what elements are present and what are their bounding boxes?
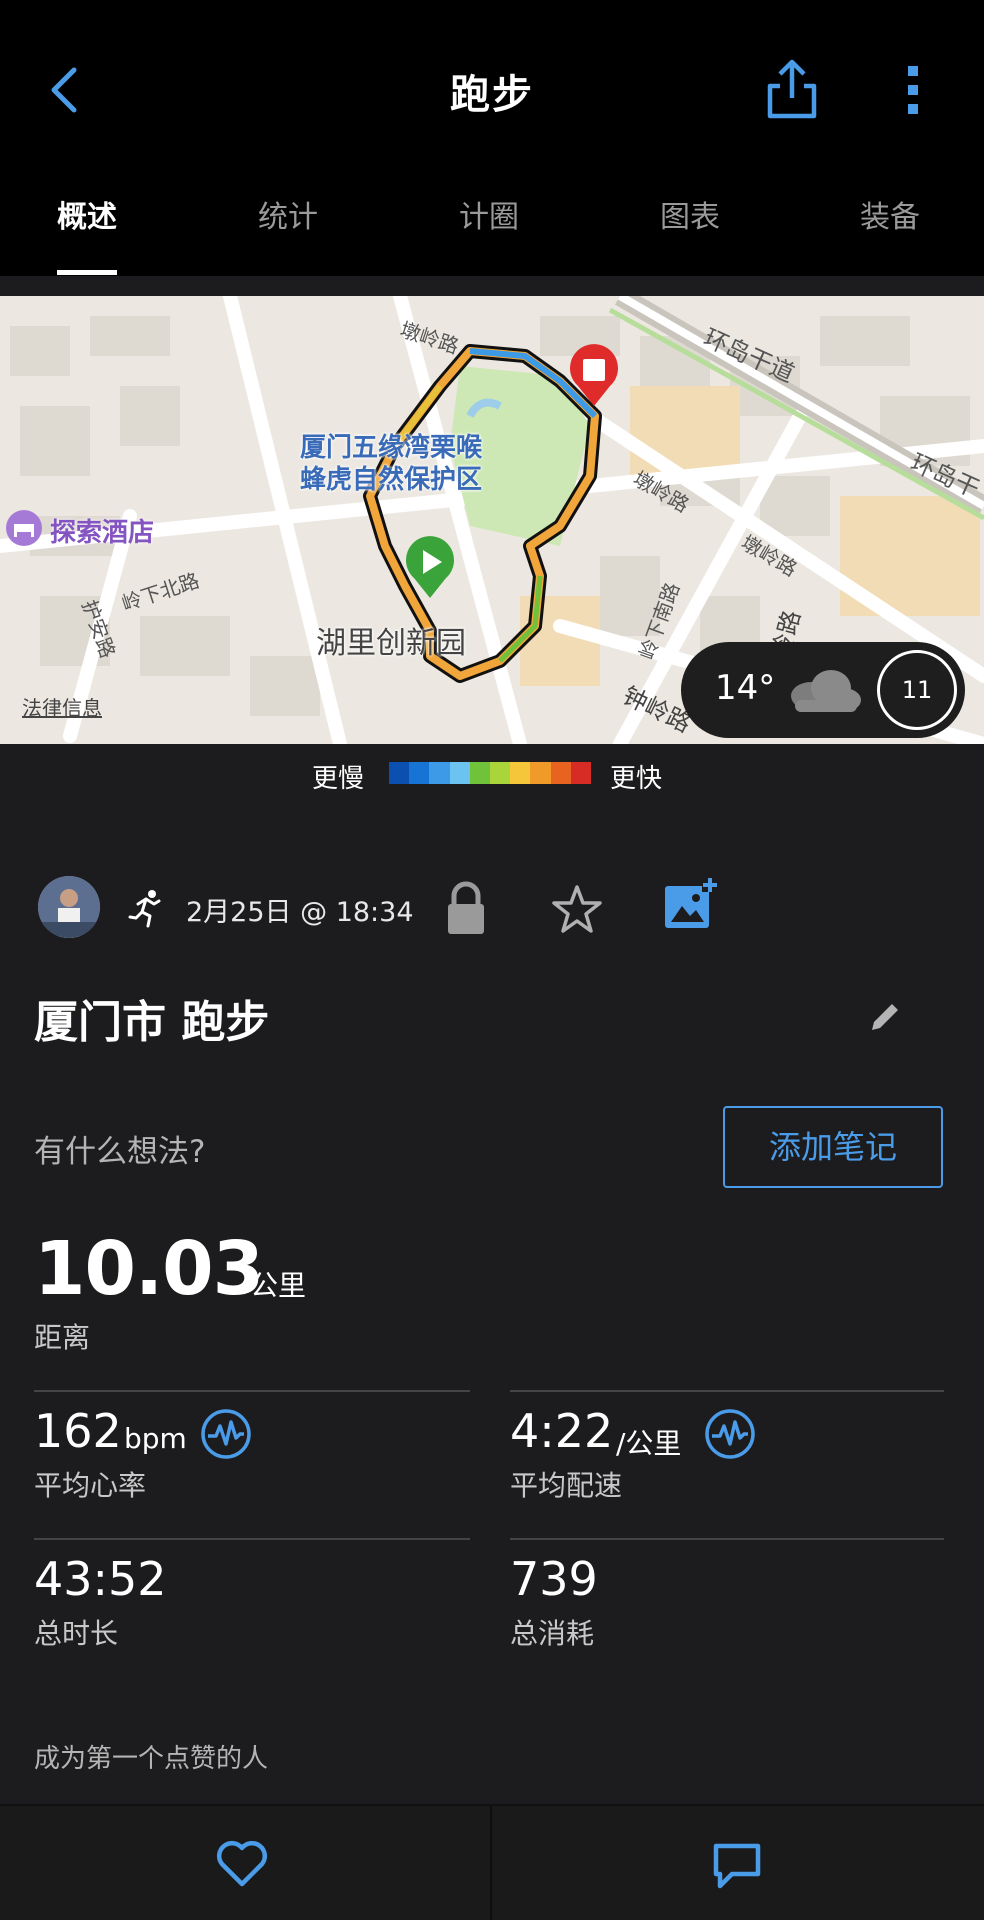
duration-label: 总时长 bbox=[34, 1617, 119, 1650]
weather-badge: 14° 11 bbox=[681, 642, 965, 738]
tab-overview[interactable]: 概述 bbox=[17, 192, 157, 236]
like-button[interactable] bbox=[215, 1840, 269, 1892]
star-icon[interactable] bbox=[552, 884, 602, 934]
pace-value: 4:22 bbox=[510, 1404, 614, 1458]
activity-title: 厦门市 跑步 bbox=[34, 997, 270, 1048]
park-label-line: 厦门五缘湾栗喉 bbox=[300, 433, 483, 463]
legend-slow-label: 更慢 bbox=[312, 764, 365, 794]
person-avatar-icon bbox=[38, 876, 100, 938]
legal-info-link[interactable]: 法律信息 bbox=[22, 692, 102, 721]
running-icon bbox=[128, 890, 161, 928]
share-icon bbox=[767, 59, 817, 119]
share-button[interactable] bbox=[766, 56, 818, 120]
add-photo-icon[interactable] bbox=[662, 876, 718, 932]
legend-color-segment bbox=[510, 762, 531, 784]
add-note-button[interactable]: 添加笔记 bbox=[723, 1106, 943, 1188]
legend-color-segment bbox=[490, 762, 511, 784]
page-title: 跑步 bbox=[450, 72, 534, 118]
divider bbox=[34, 1538, 470, 1540]
likes-prompt: 成为第一个点赞的人 bbox=[34, 1744, 269, 1774]
distance-unit: 公里 bbox=[250, 1269, 307, 1302]
cloudy-icon bbox=[791, 670, 861, 712]
temperature-text: 14° bbox=[715, 668, 776, 708]
divider bbox=[34, 1390, 470, 1392]
speed-color-scale bbox=[389, 762, 592, 784]
legend-color-segment bbox=[550, 762, 571, 784]
heart-rate-info-icon[interactable] bbox=[200, 1408, 252, 1460]
bottom-action-bar bbox=[0, 1804, 984, 1920]
legend-color-segment bbox=[389, 762, 410, 784]
park-label: 厦门五缘湾栗喉 蜂虎自然保护区 bbox=[300, 432, 482, 496]
heart-rate-label: 平均心率 bbox=[34, 1469, 147, 1502]
legend-fast-label: 更快 bbox=[610, 764, 663, 794]
top-header: 跑步 概述 统计 计圈 图表 装备 bbox=[0, 0, 984, 276]
tab-charts[interactable]: 图表 bbox=[620, 192, 760, 236]
speed-legend: 更慢 更快 bbox=[0, 744, 984, 800]
bottom-separator bbox=[490, 1806, 492, 1920]
pencil-edit-icon[interactable] bbox=[868, 998, 904, 1034]
divider bbox=[510, 1390, 944, 1392]
activity-meta-row: 2月25日 @ 18:34 bbox=[0, 876, 984, 940]
finish-marker-icon bbox=[570, 344, 618, 406]
tab-bar: 概述 统计 计圈 图表 装备 bbox=[0, 180, 984, 276]
more-vertical-icon bbox=[908, 66, 918, 114]
distance-value: 10.03 bbox=[34, 1226, 264, 1312]
legend-color-segment bbox=[449, 762, 470, 784]
activity-date: 2月25日 @ 18:34 bbox=[186, 897, 414, 928]
heart-rate-value: 162 bbox=[34, 1404, 122, 1458]
park-label-line: 蜂虎自然保护区 bbox=[300, 465, 483, 495]
divider bbox=[510, 1538, 944, 1540]
pace-unit: /公里 bbox=[616, 1427, 682, 1460]
avatar[interactable] bbox=[38, 876, 100, 938]
calories-label: 总消耗 bbox=[510, 1617, 595, 1650]
more-options-button[interactable] bbox=[895, 62, 931, 118]
calories-value: 739 bbox=[510, 1552, 598, 1606]
legend-color-segment bbox=[429, 762, 450, 784]
tab-stats[interactable]: 统计 bbox=[218, 192, 358, 236]
tab-gear[interactable]: 装备 bbox=[820, 192, 960, 236]
distance-label: 距离 bbox=[34, 1321, 91, 1354]
hotel-icon[interactable] bbox=[6, 510, 42, 546]
duration-value: 43:52 bbox=[34, 1552, 167, 1606]
comment-icon bbox=[713, 1843, 761, 1889]
thoughts-prompt: 有什么想法? bbox=[34, 1134, 206, 1170]
comment-button[interactable] bbox=[712, 1840, 762, 1894]
legend-color-segment bbox=[469, 762, 491, 784]
legend-color-segment bbox=[409, 762, 430, 784]
start-marker-icon bbox=[406, 536, 454, 598]
bed-icon bbox=[14, 524, 34, 537]
legend-color-segment bbox=[530, 762, 551, 784]
heart-rate-unit: bpm bbox=[124, 1422, 187, 1455]
heart-icon bbox=[216, 1840, 268, 1887]
poi-label: 湖里创新园 bbox=[316, 626, 466, 661]
active-tab-indicator bbox=[57, 270, 117, 275]
lock-icon[interactable] bbox=[444, 880, 488, 936]
hotel-label: 探索酒店 bbox=[50, 518, 155, 548]
wind-speed-dial: 11 bbox=[877, 650, 957, 730]
tab-laps[interactable]: 计圈 bbox=[419, 192, 559, 236]
legend-color-segment bbox=[570, 762, 592, 784]
pace-label: 平均配速 bbox=[510, 1469, 623, 1502]
pace-info-icon[interactable] bbox=[704, 1408, 756, 1460]
